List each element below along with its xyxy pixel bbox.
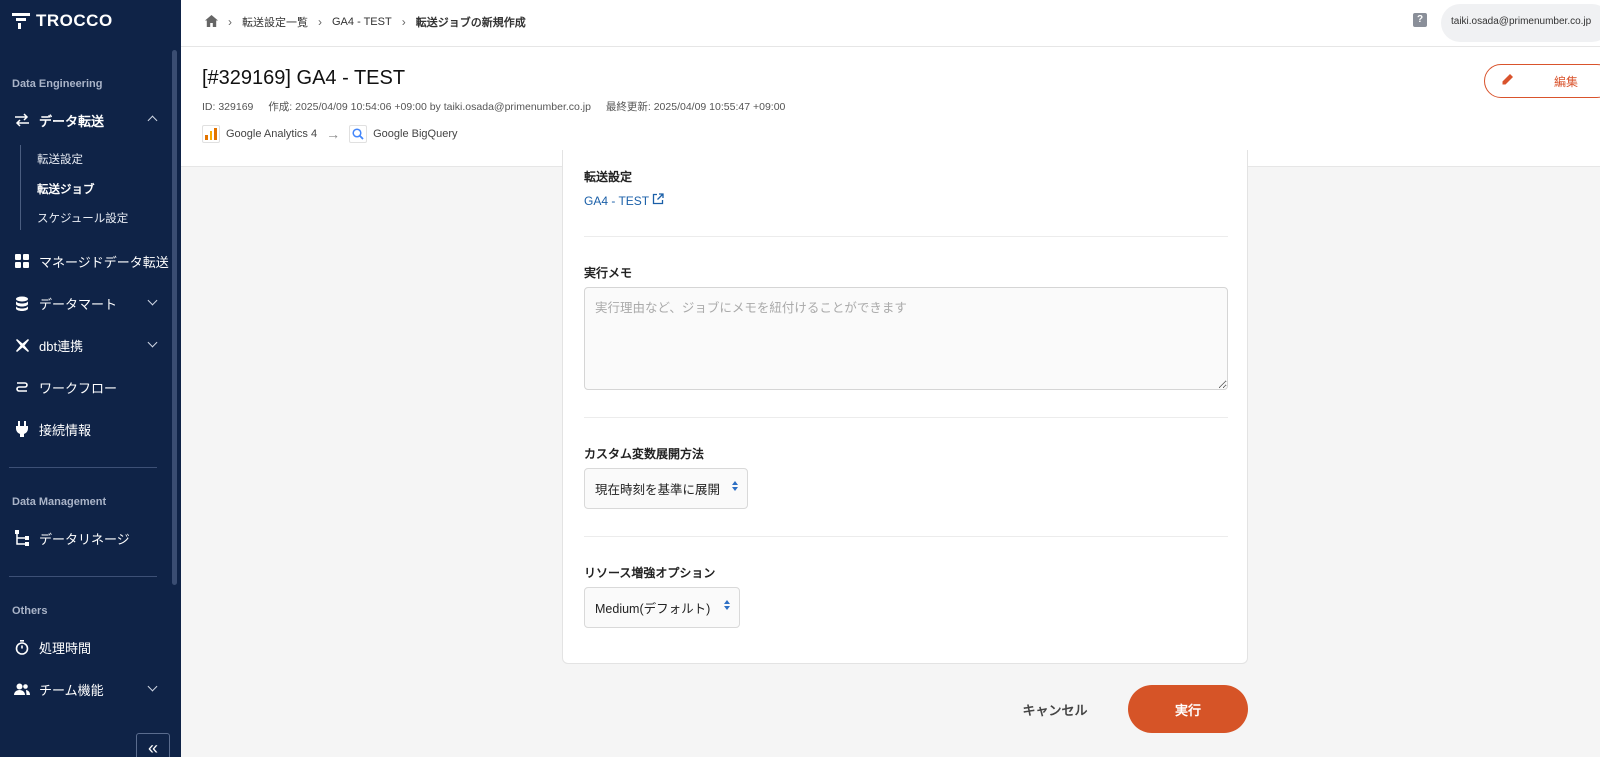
chevron-down-icon xyxy=(147,337,158,348)
breadcrumb-current: 転送ジョブの新規作成 xyxy=(415,17,526,29)
sidebar-item-label: データリネージ xyxy=(39,531,130,547)
sidebar-item-dbt[interactable]: dbt連携 xyxy=(0,331,170,359)
edit-button[interactable]: 編集 xyxy=(1484,64,1600,98)
form-divider xyxy=(584,536,1228,537)
sidebar-item-data-transfer[interactable]: データ転送 xyxy=(0,106,170,134)
sidebar-subitem-schedule[interactable]: スケジュール設定 xyxy=(37,210,128,226)
sidebar-item-label: チーム機能 xyxy=(39,682,104,698)
logo[interactable]: TROCCO xyxy=(12,10,113,32)
sidebar-item-processing-time[interactable]: 処理時間 xyxy=(0,633,170,661)
pencil-icon xyxy=(1501,73,1514,89)
sidebar-item-data-mart[interactable]: データマート xyxy=(0,289,170,317)
sidebar: TROCCO Data Engineering データ転送 転送設定 転送ジョブ… xyxy=(0,0,181,757)
user-menu[interactable]: taiki.osada@primenumber.co.jp xyxy=(1441,4,1600,42)
google-analytics-icon xyxy=(202,125,220,143)
memo-label: 実行メモ xyxy=(584,266,633,280)
transfer-arrows-icon xyxy=(14,112,30,128)
run-button[interactable]: 実行 xyxy=(1128,685,1248,733)
page-header: [#329169] GA4 - TEST ID: 329169 作成: 2025… xyxy=(181,47,1600,167)
resource-value: Medium(デフォルト) xyxy=(595,602,711,616)
form-divider xyxy=(584,417,1228,418)
custom-var-value: 現在時刻を基準に展開 xyxy=(595,483,721,497)
custom-var-label: カスタム変数展開方法 xyxy=(584,447,705,461)
cancel-button[interactable]: キャンセル xyxy=(1010,690,1100,728)
breadcrumb-item[interactable]: 転送設定一覧 xyxy=(242,14,308,30)
sidebar-divider xyxy=(9,467,157,468)
collapse-sidebar-button[interactable]: « xyxy=(136,733,170,757)
arrow-right-icon: → xyxy=(326,126,341,142)
breadcrumb-item[interactable]: GA4 - TEST xyxy=(332,16,392,28)
meta-updated: 最終更新: 2025/04/09 10:55:47 +09:00 xyxy=(605,101,786,113)
sidebar-item-team[interactable]: チーム機能 xyxy=(0,675,170,703)
help-icon[interactable]: ? xyxy=(1413,13,1427,27)
chevron-right-icon: › xyxy=(318,15,322,29)
home-icon[interactable] xyxy=(205,14,218,30)
section-label-data-management: Data Management xyxy=(12,496,107,508)
sidebar-item-managed-transfer[interactable]: マネージドデータ転送 xyxy=(0,247,170,275)
form-divider xyxy=(584,236,1228,237)
resource-select[interactable]: Medium(デフォルト) xyxy=(584,587,740,628)
bigquery-icon xyxy=(349,125,368,143)
connector-flow: Google Analytics 4 → Google BigQuery xyxy=(202,125,458,143)
meta-info: ID: 329169 作成: 2025/04/09 10:54:06 +09:0… xyxy=(202,99,797,114)
sidebar-scrollbar[interactable] xyxy=(172,50,177,585)
sidebar-subitem-transfer-jobs[interactable]: 転送ジョブ xyxy=(37,181,95,197)
breadcrumb: › 転送設定一覧 › GA4 - TEST › 転送ジョブの新規作成 xyxy=(205,14,526,30)
sidebar-item-label: データマート xyxy=(39,296,118,312)
lineage-icon xyxy=(14,530,30,546)
chevron-up-icon xyxy=(147,115,158,126)
sidebar-item-label: 処理時間 xyxy=(39,640,92,656)
sidebar-item-label: マネージドデータ転送 xyxy=(39,254,169,270)
section-label-others: Others xyxy=(12,605,48,617)
meta-id: ID: 329169 xyxy=(202,101,254,113)
workflow-icon xyxy=(14,379,30,395)
source-name: Google Analytics 4 xyxy=(226,128,318,140)
sidebar-item-label: ワークフロー xyxy=(39,380,118,396)
plug-icon xyxy=(14,421,30,437)
sidebar-item-lineage[interactable]: データリネージ xyxy=(0,524,170,552)
sidebar-subitem-transfer-settings[interactable]: 転送設定 xyxy=(37,151,83,167)
sidebar-divider xyxy=(9,576,157,577)
stopwatch-icon xyxy=(14,639,30,655)
transfer-setting-link[interactable]: GA4 - TEST xyxy=(584,193,664,208)
sidebar-item-label: 接続情報 xyxy=(39,422,92,438)
transfer-setting-label: 転送設定 xyxy=(584,170,633,184)
memo-textarea[interactable] xyxy=(584,287,1228,390)
select-arrows-icon xyxy=(724,600,730,610)
dbt-icon xyxy=(14,337,30,353)
sidebar-item-workflow[interactable]: ワークフロー xyxy=(0,373,170,401)
external-link-icon xyxy=(652,193,664,208)
team-icon xyxy=(14,681,30,697)
submenu-line xyxy=(20,145,21,230)
destination-name: Google BigQuery xyxy=(373,128,458,140)
double-chevron-left-icon: « xyxy=(147,737,158,757)
custom-var-select[interactable]: 現在時刻を基準に展開 xyxy=(584,468,748,509)
edit-button-label: 編集 xyxy=(1554,74,1579,89)
job-form-card: 転送設定 GA4 - TEST 実行メモ カスタム変数展開方法 現在時刻を基準に… xyxy=(562,150,1248,664)
select-arrows-icon xyxy=(732,481,738,491)
resource-label: リソース増強オプション xyxy=(584,566,716,580)
logo-text: TROCCO xyxy=(36,11,113,30)
chevron-down-icon xyxy=(147,681,158,692)
sidebar-item-label: データ転送 xyxy=(39,113,105,129)
database-icon xyxy=(14,295,30,311)
grid-icon xyxy=(14,253,30,269)
chevron-right-icon: › xyxy=(401,15,406,29)
sidebar-item-label: dbt連携 xyxy=(39,338,84,354)
section-label-data-engineering: Data Engineering xyxy=(12,78,103,90)
page-title: [#329169] GA4 - TEST xyxy=(202,67,406,89)
chevron-down-icon xyxy=(147,295,158,306)
trocco-logo-icon xyxy=(12,13,30,29)
sidebar-item-connections[interactable]: 接続情報 xyxy=(0,415,170,443)
chevron-right-icon: › xyxy=(228,15,232,29)
meta-created: 作成: 2025/04/09 10:54:06 +09:00 by taiki.… xyxy=(268,101,591,113)
top-bar: › 転送設定一覧 › GA4 - TEST › 転送ジョブの新規作成 ? tai… xyxy=(181,0,1600,47)
transfer-setting-link-text: GA4 - TEST xyxy=(584,193,650,208)
